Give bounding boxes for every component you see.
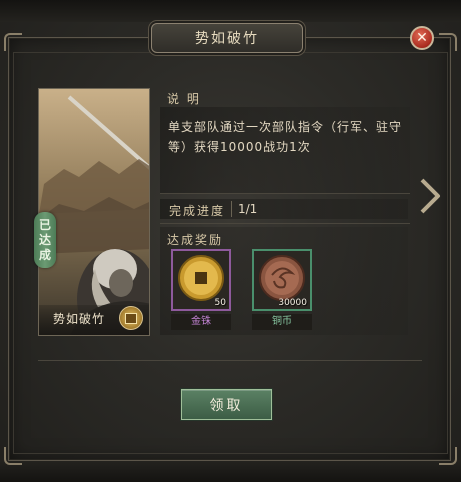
dialog-title: 势如破竹 [195, 31, 259, 47]
reward-count: 30000 [278, 298, 307, 308]
claim-button[interactable]: 领取 [181, 389, 272, 420]
stamp-char: 达 [38, 232, 51, 247]
divider [38, 360, 422, 361]
bottom-band [0, 460, 461, 482]
progress-value: 1/1 [238, 202, 258, 216]
reward-item-copper[interactable]: 30000 [252, 249, 312, 311]
completed-stamp: 已 达 成 [34, 212, 56, 268]
reward-item-gold[interactable]: 50 [171, 249, 231, 311]
reward-name: 金铢 [171, 314, 231, 330]
chest-icon [119, 306, 143, 330]
description-text: 单支部队通过一次部队指令（行军、驻守等）获得10000战功1次 [168, 120, 403, 154]
progress-separator [231, 201, 232, 217]
progress-label: 完成进度 [169, 204, 226, 218]
achievement-card: 势如破竹 [38, 88, 150, 336]
stamp-char: 成 [38, 247, 51, 262]
divider [160, 193, 410, 194]
dialog-title-plate: 势如破竹 [151, 23, 303, 53]
claim-button-label: 领取 [209, 397, 244, 414]
reward-name: 铜币 [252, 314, 312, 330]
description-label: 说 明 [167, 92, 201, 106]
divider [160, 223, 410, 224]
corner-ornament [4, 33, 22, 51]
stamp-char: 已 [38, 217, 51, 232]
next-arrow-icon[interactable] [418, 178, 442, 214]
corner-ornament [439, 33, 457, 51]
card-name: 势如破竹 [53, 312, 106, 326]
game-screen: 势如破竹 ✕ 势如破竹 已 达 成 说 明 单支部队通过一次部队指令（行军、驻守… [0, 0, 461, 482]
rewards-label: 达成奖励 [167, 233, 224, 247]
corner-ornament [439, 447, 457, 465]
card-artwork [39, 89, 149, 335]
close-button[interactable]: ✕ [410, 26, 434, 50]
reward-count: 50 [214, 298, 226, 308]
corner-ornament [4, 447, 22, 465]
close-icon: ✕ [416, 30, 428, 46]
top-band [0, 0, 461, 22]
